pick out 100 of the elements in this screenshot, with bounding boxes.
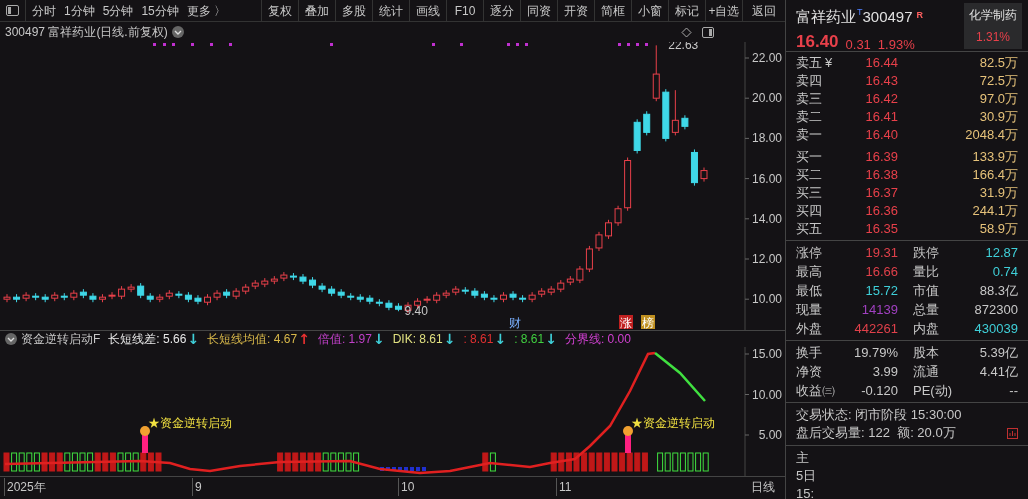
stat-value: 430039 [973,319,1018,338]
period-tab[interactable]: 分时 [32,1,56,20]
indicator-value: 长短线差: 5.66 [108,331,187,348]
order-volume: 244.1万 [971,202,1018,221]
axis-label: 18.00 [751,131,782,146]
order-volume: 58.9万 [978,220,1018,239]
period-tab[interactable]: 1分钟 [64,1,95,20]
axis-label: 9 [192,478,202,496]
trend-arrow: ↓ [545,331,557,347]
diamond-icon[interactable] [681,26,692,38]
toolbar-button[interactable]: 标记 [668,0,705,21]
period-tab[interactable]: 更多 〉 [186,1,227,20]
stat-value: 4.41亿 [978,362,1018,381]
toolbar-button[interactable]: F10 [446,0,483,21]
stat-value: 19.31 [864,243,898,262]
order-level: 卖四 [796,72,822,91]
order-level: 买三 [796,184,822,203]
axis-label: 5.00 [758,428,782,442]
price-change: 0.31 [845,35,871,54]
order-level: 买二 [796,166,822,185]
stat-value: 16.66 [864,262,898,281]
last-price: 16.40 [796,30,839,53]
order-volume: 72.5万 [978,72,1018,91]
order-level: 卖一 [796,126,822,145]
period-tab[interactable]: 5分钟 [102,1,134,20]
axis-label: 2025年 [4,478,46,496]
axis-label: 16.00 [751,171,782,186]
order-level: 卖二 [796,108,822,127]
indicator-value: 长短线均值: 4.67 [207,331,298,348]
order-price: 16.41 [864,108,898,127]
order-volume: 133.9万 [971,148,1018,167]
toolbar-button[interactable]: 画线 [409,0,446,21]
stat-value: -0.120 [860,381,898,400]
order-price: 16.42 [864,90,898,109]
stat-value: 14139 [860,300,898,319]
indicator-value: 分界线: 0.00 [564,331,631,348]
event-label: 涨 [619,315,633,330]
order-price: 16.35 [864,220,898,239]
toolbar-button[interactable]: +自选 [705,0,742,21]
stat-label: PE(动) [912,381,953,400]
trend-arrow: ↓ [372,331,385,347]
dropdown-icon[interactable] [171,26,184,38]
stat-label: 现量 [796,300,823,319]
order-price: 16.44 [864,54,898,73]
order-level: 卖三 [796,90,822,109]
toolbar-button[interactable]: 复权 [261,0,298,21]
toolbar-button[interactable]: 统计 [372,0,409,21]
order-level: 买五 [796,220,822,239]
panel-icon[interactable] [702,26,714,38]
stat-label: 收益㈢ [796,381,836,400]
toolbar-button[interactable]: 简框 [594,0,631,21]
stat-value: 88.3亿 [978,281,1018,300]
sidebar-toggle-icon[interactable] [6,5,19,16]
order-price: 16.43 [864,72,898,91]
stat-label: 最低 [796,281,823,300]
low-price-label: 9.40 [404,304,428,319]
toolbar-button[interactable]: 开资 [557,0,594,21]
stat-value: 442261 [853,319,898,338]
back-button[interactable]: 返回 [742,0,784,21]
stat-label: 市值 [912,281,940,300]
order-volume: 82.5万 [978,54,1018,73]
axis-label: 10 [398,478,415,496]
status-text: 盘后交易量: 122 额: 20.0万 [796,424,956,443]
signal-marker-icon [623,426,633,453]
stat-label: 量比 [912,262,940,281]
indicator-value: DIK: 8.61 [392,331,443,348]
axis-label: 10.00 [751,387,782,402]
toolbar-button[interactable]: 多股 [335,0,372,21]
event-label: 财 [509,316,521,330]
stat-value: -- [1008,381,1018,400]
flag-label: R [916,9,924,22]
stat-label: 换手 [796,343,823,362]
axis-label: 20.00 [751,91,782,106]
order-volume: 31.9万 [978,184,1018,203]
dropdown-icon[interactable] [5,333,17,345]
toolbar-button[interactable]: 逐分 [483,0,520,21]
toolbar-button[interactable]: 小窗 [631,0,668,21]
signal-marker-icon [140,426,150,453]
order-volume: 2048.4万 [964,126,1018,145]
sector-name: 化学制药 [969,7,1017,24]
order-price: 16.40 [864,126,898,145]
axis-label: 15.00 [751,347,782,361]
order-volume: 30.9万 [978,108,1018,127]
stat-value: 5.39亿 [978,343,1018,362]
trend-arrow: ↓ [187,331,200,347]
period-tab[interactable]: 15分钟 [141,1,179,20]
stat-label: 股本 [912,343,940,362]
toolbar-button[interactable]: 叠加 [298,0,335,21]
chart-title: 300497 富祥药业(日线.前复权) [5,24,168,41]
order-price: 16.39 [864,148,898,167]
indicator-value: : 8.61 [463,331,494,348]
bar-chart-icon[interactable] [1007,427,1018,439]
toolbar-button[interactable]: 同资 [520,0,557,21]
axis-label: 22.00 [751,51,782,65]
order-volume: 166.4万 [971,166,1018,185]
stock-code: 300497 [862,7,913,27]
info-row-text: 5日 [796,467,818,484]
event-label: 榜 [641,315,655,330]
order-price: 16.36 [864,202,898,221]
info-row-text: 主 [796,449,810,466]
